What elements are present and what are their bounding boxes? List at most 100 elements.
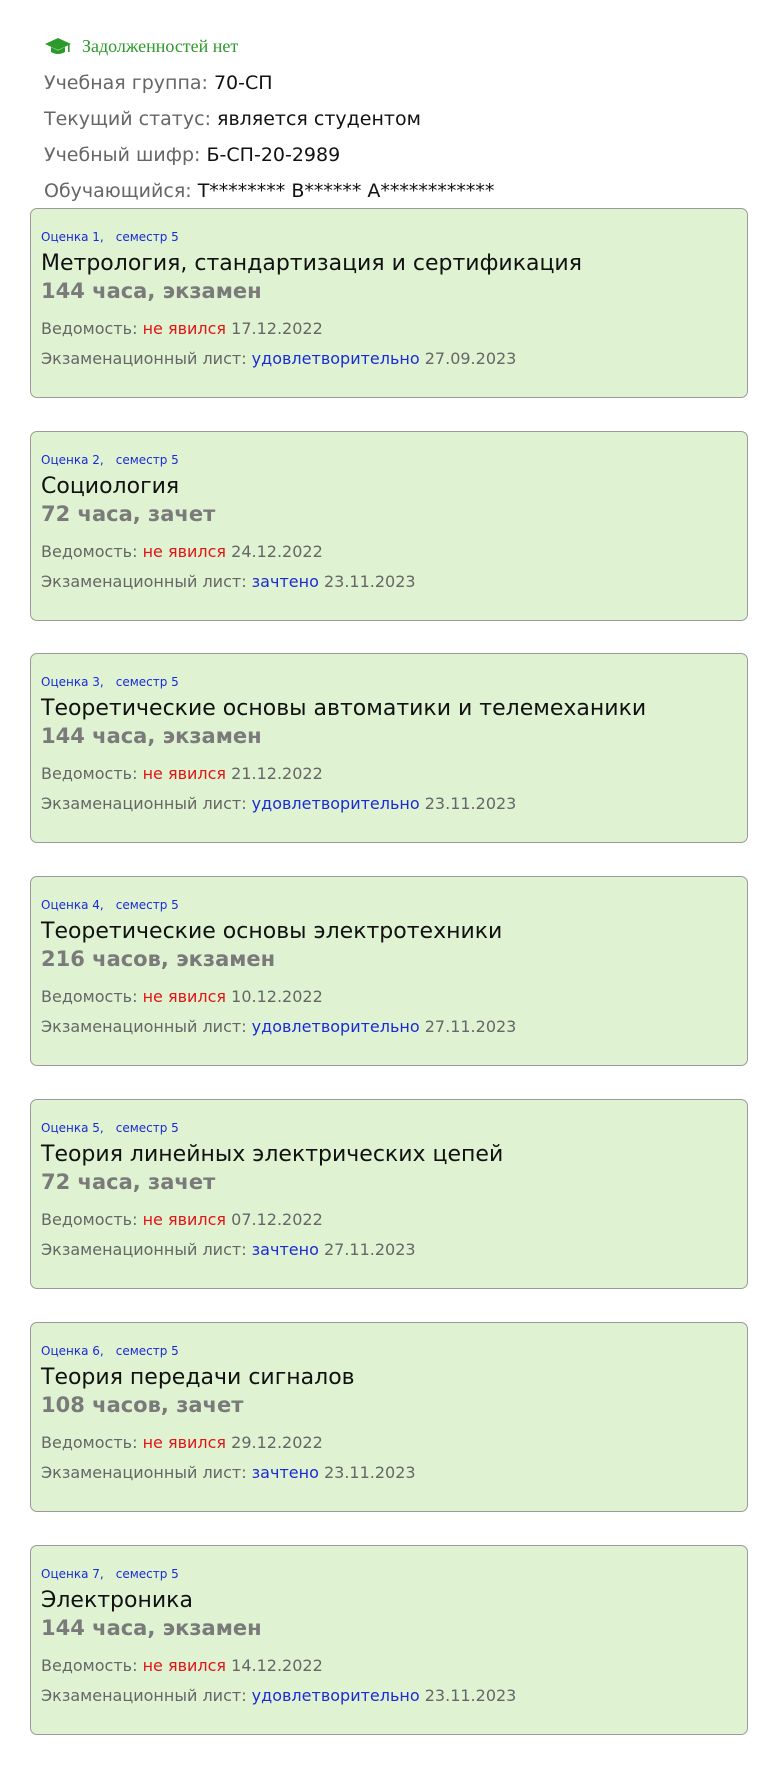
exam-row: Экзаменационный лист: зачтено 23.11.2023 [41,572,416,591]
exam-date: 27.11.2023 [323,1240,416,1259]
status-field: Текущий статус: является студентом [44,108,421,130]
grade-card: Оценка 6, семестр 5 Теория передачи сигна… [30,1322,748,1512]
exam-label: Экзаменационный лист: [41,349,247,368]
grade-meta: Оценка 3, семестр 5 [41,675,179,689]
status-value: является студентом [217,108,421,130]
subject-hours: 144 часа, экзамен [41,279,262,303]
sheet-result: не явился [142,319,227,338]
grade-card: Оценка 5, семестр 5 Теория линейных элект… [30,1099,748,1289]
status-label: Текущий статус: [44,108,211,130]
group-field: Учебная группа: 70-СП [44,72,273,94]
exam-row: Экзаменационный лист: удовлетворительно … [41,1017,516,1036]
sheet-result: не явился [142,987,227,1006]
debt-status-text: Задолженностей нет [82,36,239,56]
grade-card: Оценка 1, семестр 5 Метрология, стандарти… [30,208,748,398]
debt-status: Задолженностей нет [44,36,238,57]
exam-row: Экзаменационный лист: зачтено 23.11.2023 [41,1463,416,1482]
exam-label: Экзаменационный лист: [41,1686,247,1705]
subject-hours: 144 часа, экзамен [41,1616,262,1640]
sheet-date: 29.12.2022 [231,1433,323,1452]
graduation-cap-icon [44,37,72,57]
sheet-row: Ведомость: не явился 14.12.2022 [41,1656,323,1675]
sheet-label: Ведомость: [41,1433,138,1452]
sheet-date: 17.12.2022 [231,319,323,338]
exam-result: удовлетворительно [251,1686,420,1705]
grade-card: Оценка 4, семестр 5 Теоретические основы … [30,876,748,1066]
sheet-date: 14.12.2022 [231,1656,323,1675]
exam-date: 27.11.2023 [424,1017,517,1036]
sheet-result: не явился [142,542,227,561]
subject-hours: 216 часов, экзамен [41,947,276,971]
subject-title: Теория передачи сигналов [41,1365,355,1390]
grade-card: Оценка 2, семестр 5 Социология 72 часа, з… [30,431,748,621]
sheet-result: не явился [142,764,227,783]
exam-label: Экзаменационный лист: [41,1463,247,1482]
sheet-row: Ведомость: не явился 10.12.2022 [41,987,323,1006]
exam-result: зачтено [251,1240,319,1259]
sheet-row: Ведомость: не явился 17.12.2022 [41,319,323,338]
subject-hours: 108 часов, зачет [41,1393,244,1417]
code-value: Б-СП-20-2989 [206,144,341,166]
sheet-result: не явился [142,1210,227,1229]
sheet-label: Ведомость: [41,764,138,783]
exam-label: Экзаменационный лист: [41,1017,247,1036]
subject-title: Теоретические основы электротехники [41,919,503,944]
grade-meta: Оценка 7, семестр 5 [41,1567,179,1581]
grade-number: Оценка 5, [41,1121,104,1135]
grade-semester: семестр 5 [115,675,179,689]
exam-label: Экзаменационный лист: [41,794,247,813]
sheet-label: Ведомость: [41,1210,138,1229]
subject-title: Метрология, стандартизация и сертификаци… [41,251,582,276]
subject-title: Теоретические основы автоматики и телеме… [41,696,647,721]
grade-meta: Оценка 1, семестр 5 [41,230,179,244]
grade-semester: семестр 5 [115,898,179,912]
sheet-result: не явился [142,1433,227,1452]
grade-meta: Оценка 5, семестр 5 [41,1121,179,1135]
subject-hours: 72 часа, зачет [41,502,216,526]
exam-result: зачтено [251,572,319,591]
subject-title: Электроника [41,1588,193,1613]
exam-row: Экзаменационный лист: удовлетворительно … [41,794,516,813]
student-record-page: Задолженностей нет Учебная группа: 70-СП… [0,0,779,1772]
grade-number: Оценка 7, [41,1567,104,1581]
exam-result: удовлетворительно [251,349,420,368]
exam-row: Экзаменационный лист: зачтено 27.11.2023 [41,1240,416,1259]
subject-hours: 72 часа, зачет [41,1170,216,1194]
grade-semester: семестр 5 [115,1121,179,1135]
grade-semester: семестр 5 [115,230,179,244]
exam-label: Экзаменационный лист: [41,1240,247,1259]
sheet-date: 21.12.2022 [231,764,323,783]
subject-hours: 144 часа, экзамен [41,724,262,748]
exam-date: 23.11.2023 [323,1463,416,1482]
sheet-result: не явился [142,1656,227,1675]
subject-title: Социология [41,474,180,499]
grade-semester: семестр 5 [115,1567,179,1581]
grade-card: Оценка 7, семестр 5 Электроника 144 часа,… [30,1545,748,1735]
grade-semester: семестр 5 [115,1344,179,1358]
grade-meta: Оценка 2, семестр 5 [41,453,179,467]
exam-result: удовлетворительно [251,794,420,813]
group-label: Учебная группа: [44,72,208,94]
sheet-row: Ведомость: не явился 29.12.2022 [41,1433,323,1452]
grade-number: Оценка 4, [41,898,104,912]
code-field: Учебный шифр: Б-СП-20-2989 [44,144,340,166]
subject-title: Теория линейных электрических цепей [41,1142,504,1167]
grade-number: Оценка 2, [41,453,104,467]
exam-date: 23.11.2023 [424,1686,517,1705]
exam-result: зачтено [251,1463,319,1482]
exam-label: Экзаменационный лист: [41,572,247,591]
sheet-date: 24.12.2022 [231,542,323,561]
exam-date: 27.09.2023 [424,349,517,368]
grade-card: Оценка 3, семестр 5 Теоретические основы … [30,653,748,843]
grade-meta: Оценка 4, семестр 5 [41,898,179,912]
grade-semester: семестр 5 [115,453,179,467]
sheet-label: Ведомость: [41,1656,138,1675]
exam-result: удовлетворительно [251,1017,420,1036]
grade-meta: Оценка 6, семестр 5 [41,1344,179,1358]
exam-row: Экзаменационный лист: удовлетворительно … [41,349,516,368]
exam-row: Экзаменационный лист: удовлетворительно … [41,1686,516,1705]
group-value: 70-СП [213,72,273,94]
grade-number: Оценка 1, [41,230,104,244]
student-field: Обучающийся: Т******** В****** А********… [44,180,494,202]
sheet-row: Ведомость: не явился 24.12.2022 [41,542,323,561]
